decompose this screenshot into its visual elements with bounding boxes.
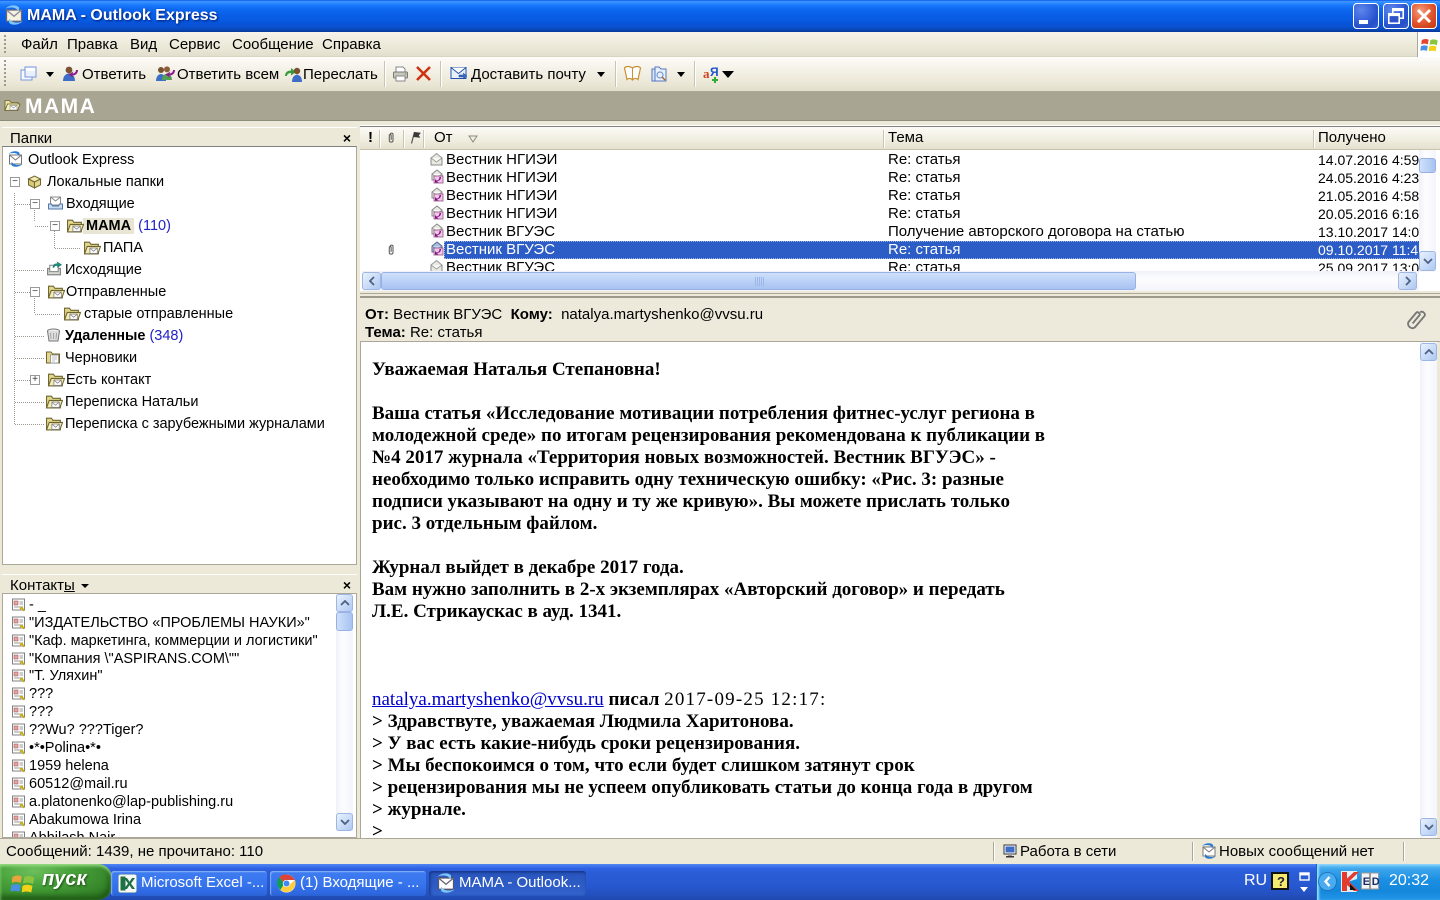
svg-text:E: E: [1363, 876, 1370, 888]
svg-text:D: D: [1372, 876, 1379, 888]
svg-text:a: a: [703, 66, 710, 81]
